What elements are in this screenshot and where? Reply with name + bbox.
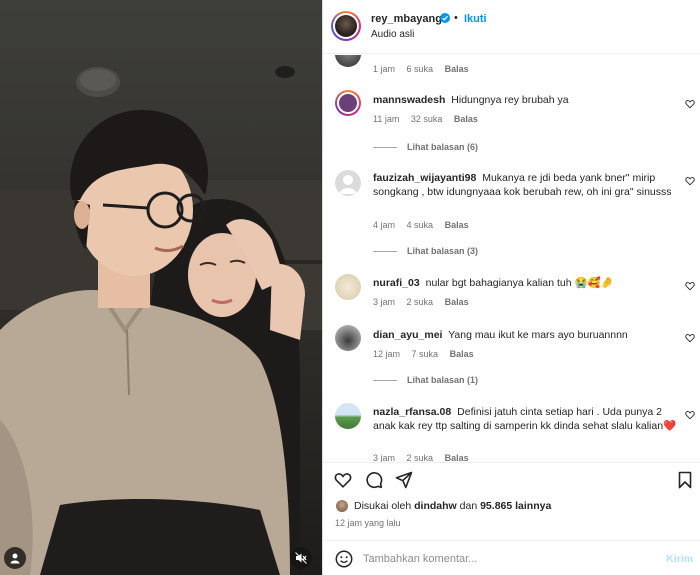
reply-button[interactable]: Balas: [445, 453, 469, 462]
comment-username[interactable]: nurafi_03: [373, 277, 420, 289]
comment-meta: 4 jam 4 suka Balas: [373, 220, 478, 230]
header-separator: •: [454, 12, 458, 24]
comment-meta: 12 jam 7 suka Balas: [373, 349, 483, 359]
likes-summary: Disukai oleh dindahw dan 95.865 lainnya: [323, 498, 700, 516]
post-comment-button[interactable]: Kirim: [666, 553, 693, 565]
likes-user[interactable]: dindahw: [414, 500, 457, 512]
comment-input[interactable]: [363, 549, 653, 569]
comment-text: nurafi_03 nular bgt bahagianya kalian tu…: [373, 276, 679, 290]
like-comment-heart-icon[interactable]: [685, 333, 695, 343]
comment-avatar[interactable]: [335, 90, 361, 116]
like-comment-heart-icon[interactable]: [685, 410, 695, 420]
reply-button[interactable]: Balas: [454, 114, 478, 124]
view-replies-button[interactable]: Lihat balasan (3): [373, 246, 478, 256]
reel-video[interactable]: [0, 0, 322, 575]
like-heart-icon[interactable]: [334, 471, 352, 489]
reply-button[interactable]: Balas: [445, 64, 469, 74]
view-replies-button[interactable]: Lihat balasan (1): [373, 375, 478, 385]
view-replies-label: Lihat balasan (6): [407, 142, 479, 152]
comment-likes[interactable]: 2 suka: [407, 453, 434, 462]
like-comment-heart-icon[interactable]: [685, 99, 695, 109]
comment-body: Yang mau ikut ke mars ayo buruannnn: [448, 329, 628, 341]
liker-avatar[interactable]: [335, 499, 349, 513]
comment-text: fauzizah_wijayanti98 Mukanya re jdi beda…: [373, 171, 679, 199]
comment-time: 3 jam: [373, 453, 396, 462]
comment-time: 4 jam: [373, 220, 396, 230]
comment-time: 3 jam: [373, 297, 396, 307]
comment-time: 1 jam: [373, 64, 396, 74]
comment-likes[interactable]: 2 suka: [407, 297, 434, 307]
post-side-panel: rey_mbayang • Ikuti Audio asli 1 jam 6 s…: [322, 0, 700, 575]
audio-link[interactable]: Audio asli: [371, 29, 414, 40]
comment-meta: 1 jam 6 suka Balas: [373, 64, 478, 74]
post-action-bar: [323, 462, 700, 494]
view-replies-label: Lihat balasan (1): [407, 375, 479, 385]
comment-text: dian_ayu_mei Yang mau ikut ke mars ayo b…: [373, 328, 679, 342]
likes-prefix: Disukai oleh: [354, 500, 412, 512]
tagged-user-icon[interactable]: [4, 547, 26, 569]
likes-count[interactable]: 95.865 lainnya: [480, 500, 551, 512]
comment-username[interactable]: nazla_rfansa.08: [373, 406, 451, 418]
replies-divider: [373, 251, 397, 253]
like-comment-heart-icon[interactable]: [685, 281, 695, 291]
author-username[interactable]: rey_mbayang: [371, 13, 442, 25]
author-avatar[interactable]: [331, 11, 361, 41]
comment-time: 11 jam: [373, 114, 400, 124]
comment-likes[interactable]: 7 suka: [412, 349, 439, 359]
comment-meta: 3 jam 2 suka Balas: [373, 297, 478, 307]
comment-text: mannswadesh Hidungnya rey brubah ya: [373, 93, 679, 107]
reply-button[interactable]: Balas: [450, 349, 474, 359]
comment-username[interactable]: dian_ayu_mei: [373, 329, 442, 341]
comment-username[interactable]: mannswadesh: [373, 94, 445, 106]
comment-likes[interactable]: 4 suka: [407, 220, 434, 230]
comment-time: 12 jam: [373, 349, 401, 359]
save-bookmark-icon[interactable]: [676, 471, 694, 489]
comment-composer: Kirim: [323, 540, 700, 575]
comment-avatar[interactable]: [335, 170, 361, 196]
post-timestamp: 12 jam yang lalu: [335, 518, 401, 528]
comment-body: Hidungnya rey brubah ya: [451, 94, 569, 106]
follow-button[interactable]: Ikuti: [464, 13, 487, 25]
comment-likes[interactable]: 6 suka: [407, 64, 434, 74]
comment-likes[interactable]: 32 suka: [411, 114, 443, 124]
muted-speaker-icon[interactable]: [290, 547, 312, 569]
comment-avatar[interactable]: [335, 55, 361, 67]
comments-list[interactable]: 1 jam 6 suka Balas mannswadesh Hidungnya…: [323, 55, 700, 462]
comment-meta: 11 jam 32 suka Balas: [373, 114, 487, 124]
reply-button[interactable]: Balas: [445, 220, 469, 230]
likes-connector: dan: [459, 500, 478, 512]
comment-body: nular bgt bahagianya kalian tuh 😭🥰🤌: [425, 277, 614, 289]
emoji-picker-icon[interactable]: [335, 550, 353, 568]
view-replies-label: Lihat balasan (3): [407, 246, 479, 256]
replies-divider: [373, 380, 397, 382]
comment-bubble-icon[interactable]: [365, 471, 383, 489]
comment-text: nazla_rfansa.08 Definisi jatuh cinta set…: [373, 405, 679, 433]
comment-avatar[interactable]: [335, 325, 361, 351]
reply-button[interactable]: Balas: [445, 297, 469, 307]
comment-avatar[interactable]: [335, 403, 361, 429]
like-comment-heart-icon[interactable]: [685, 176, 695, 186]
verified-badge-icon: [440, 13, 450, 23]
view-replies-button[interactable]: Lihat balasan (6): [373, 142, 478, 152]
comment-meta: 3 jam 2 suka Balas: [373, 453, 478, 462]
comment-username[interactable]: fauzizah_wijayanti98: [373, 172, 476, 184]
video-frame: [0, 66, 322, 575]
comment-avatar[interactable]: [335, 274, 361, 300]
post-header: rey_mbayang • Ikuti Audio asli: [323, 0, 700, 54]
share-send-icon[interactable]: [395, 471, 413, 489]
likes-text[interactable]: Disukai oleh dindahw dan 95.865 lainnya: [354, 500, 551, 512]
replies-divider: [373, 147, 397, 149]
